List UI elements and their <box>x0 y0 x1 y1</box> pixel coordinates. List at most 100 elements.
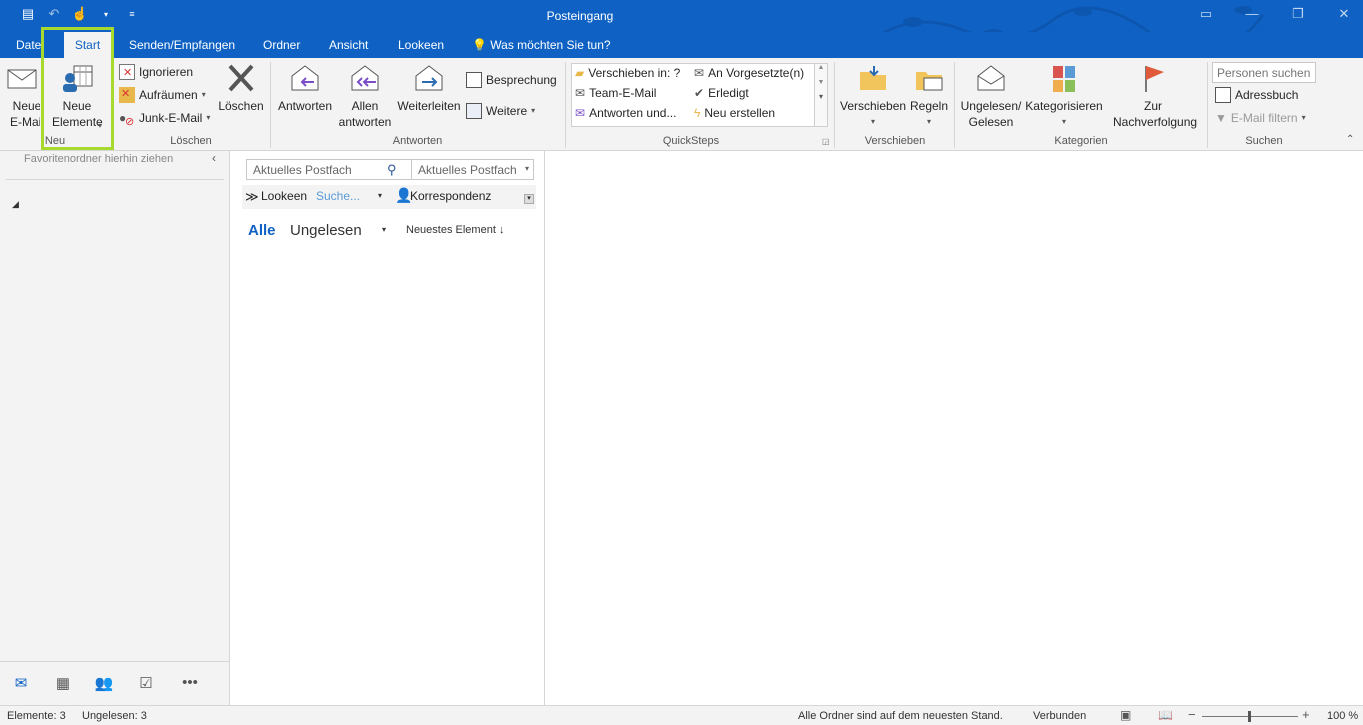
sort-label: Neuestes Element <box>406 224 496 236</box>
tab-datei[interactable]: Datei <box>8 32 52 58</box>
categorize-label: Kategorisieren <box>1025 99 1103 113</box>
followup-label: Zur Nachverfolgung <box>1113 99 1198 129</box>
zoom-in-icon[interactable]: + <box>1302 707 1310 722</box>
calendar-icon[interactable]: ▦ <box>52 674 74 694</box>
cleanup-button[interactable]: ✕ Aufräumen ▾ <box>119 85 206 105</box>
quickstep-label: An Vorgesetzte(n) <box>708 66 805 80</box>
collapse-pane-icon[interactable]: ‹ <box>212 151 216 165</box>
people-icon[interactable]: 👥 <box>93 674 115 694</box>
new-email-label: Neue E-Mail <box>9 99 40 129</box>
junk-dropdown-icon: ▾ <box>206 113 211 122</box>
delete-label: Löschen <box>218 99 264 113</box>
unread-read-button[interactable]: Ungelesen/ Gelesen <box>958 62 1024 130</box>
mailbox-search[interactable]: Aktuelles Postfach ⚲ Aktuelles Postfach … <box>246 159 534 180</box>
tell-me-search[interactable]: 💡 Was möchten Sie tun? <box>464 32 619 58</box>
reply-button[interactable]: Antworten <box>275 62 335 114</box>
categorize-button[interactable]: Kategorisieren ▾ <box>1025 62 1103 130</box>
tab-ordner[interactable]: Ordner <box>255 32 308 58</box>
reply-all-icon <box>351 65 379 91</box>
collapse-ribbon-icon[interactable]: ⌃ <box>1346 134 1354 145</box>
message-list: Aktuelles Postfach ⚲ Aktuelles Postfach … <box>231 151 545 705</box>
normal-view-icon[interactable]: ▣ <box>1120 708 1131 722</box>
gallery-expand-icon[interactable]: ▾ <box>815 92 827 101</box>
quickstep-to-manager[interactable]: ✉ An Vorgesetzte(n) <box>694 66 804 80</box>
mail-icon[interactable]: ✉ <box>10 674 32 694</box>
new-items-label: Neue Elemente <box>52 99 103 129</box>
group-label-antworten: Antworten <box>392 135 443 147</box>
window-controls: ▭ — ❐ ✕ <box>1195 6 1355 22</box>
people-search-input[interactable] <box>1212 62 1316 83</box>
group-separator <box>113 62 114 148</box>
flag-icon <box>1145 66 1164 92</box>
tab-ansicht[interactable]: Ansicht <box>321 32 376 58</box>
zoom-slider-thumb[interactable] <box>1248 711 1251 722</box>
new-email-icon <box>7 69 37 89</box>
lookeen-search-input[interactable]: Suche... <box>316 189 360 203</box>
quickstep-team-email[interactable]: ✉ Team-E-Mail <box>575 86 656 100</box>
tab-senden-empfangen[interactable]: Senden/Empfangen <box>121 32 243 58</box>
scroll-up-icon[interactable]: ▲ <box>815 64 827 71</box>
filter-unread-tab[interactable]: Ungelesen <box>290 222 362 239</box>
dialog-launcher-icon[interactable]: ◲ <box>822 137 830 146</box>
group-label-quicksteps: QuickSteps <box>662 135 720 147</box>
quickstep-done[interactable]: ✔ Erledigt <box>694 86 749 100</box>
quickstep-create-new[interactable]: ϟ Neu erstellen <box>694 106 775 120</box>
expand-mailbox-icon[interactable]: ◢ <box>12 199 19 210</box>
search-icon[interactable]: ⚲ <box>387 162 397 178</box>
lookeen-dropdown-icon[interactable]: ▾ <box>378 191 382 200</box>
delete-button[interactable]: Löschen <box>217 62 265 114</box>
envelope-icon: ✉ <box>575 86 586 100</box>
close-icon[interactable]: ✕ <box>1333 6 1355 22</box>
search-scope-select[interactable]: Aktuelles Postfach <box>418 163 517 177</box>
zoom-out-icon[interactable]: − <box>1188 707 1196 722</box>
rules-dropdown-icon: ▾ <box>926 117 931 126</box>
address-book-label: Adressbuch <box>1235 88 1299 102</box>
envelope-open-icon <box>977 65 1005 91</box>
sort-button[interactable]: Neuestes Element ↓ <box>406 224 504 236</box>
ignore-icon: ✕ <box>119 64 135 80</box>
cleanup-dropdown-icon: ▾ <box>201 90 206 99</box>
folder-move-icon <box>860 66 886 90</box>
address-book-button[interactable]: Adressbuch <box>1215 85 1298 105</box>
meeting-button[interactable]: Besprechung <box>466 70 557 90</box>
maximize-icon[interactable]: ❐ <box>1287 6 1309 22</box>
lookeen-more-icon[interactable]: ▾ <box>524 194 534 204</box>
zoom-level[interactable]: 100 % <box>1327 710 1358 722</box>
ignore-button[interactable]: ✕ Ignorieren <box>119 62 193 82</box>
new-items-button[interactable]: Neue Elemente ▾ <box>46 62 108 130</box>
minimize-icon[interactable]: — <box>1241 6 1263 22</box>
filter-email-button[interactable]: ▼ E-Mail filtern ▾ <box>1215 108 1306 128</box>
scroll-down-icon[interactable]: ▼ <box>815 79 827 86</box>
more-icon[interactable]: ••• <box>177 674 203 694</box>
forward-button[interactable]: Weiterleiten <box>395 62 463 114</box>
filter-email-dropdown-icon: ▾ <box>1301 113 1306 122</box>
more-reply-button[interactable]: Weitere ▾ <box>466 101 535 121</box>
reading-view-icon[interactable]: 📖 <box>1158 708 1173 722</box>
tab-start[interactable]: Start <box>64 32 111 58</box>
filter-icon: ▼ <box>1215 111 1227 125</box>
filter-dropdown-icon[interactable]: ▾ <box>382 225 386 234</box>
quicksteps-scrollbar[interactable]: ▲ ▼ ▾ <box>814 63 828 127</box>
sync-status: Alle Ordner sind auf dem neuesten Stand. <box>798 710 1003 722</box>
favorites-hint: Favoritenordner hierhin ziehen <box>24 153 174 165</box>
new-email-button[interactable]: Neue E-Mail <box>2 62 40 130</box>
quickstep-reply-delete[interactable]: ✉ Antworten und... <box>575 106 676 120</box>
new-items-dropdown-icon: ▾ <box>98 121 103 130</box>
cleanup-icon: ✕ <box>119 87 135 103</box>
chevron-down-icon[interactable]: ▾ <box>525 164 529 173</box>
move-button[interactable]: Verschieben ▾ <box>840 62 906 130</box>
tab-lookeen[interactable]: Lookeen <box>390 32 452 58</box>
reply-all-button[interactable]: Allen antworten <box>336 62 394 130</box>
junk-button[interactable]: ● ⊘ Junk-E-Mail ▾ <box>119 108 210 128</box>
quickstep-move-to[interactable]: ▰ Verschieben in: ? <box>575 66 680 80</box>
filter-all-tab[interactable]: Alle <box>248 222 276 239</box>
tasks-icon[interactable]: ☑ <box>135 674 157 694</box>
followup-button[interactable]: Zur Nachverfolgung <box>1104 62 1202 130</box>
rules-button[interactable]: Regeln ▾ <box>908 62 950 130</box>
filter-email-label: E-Mail filtern <box>1230 111 1298 125</box>
group-label-kategorien: Kategorien <box>1054 135 1108 147</box>
junk-icon: ● ⊘ <box>119 111 135 128</box>
search-input[interactable]: Aktuelles Postfach <box>253 163 352 177</box>
ribbon-display-icon[interactable]: ▭ <box>1195 6 1217 22</box>
correspondence-filter[interactable]: Korrespondenz <box>410 189 491 203</box>
